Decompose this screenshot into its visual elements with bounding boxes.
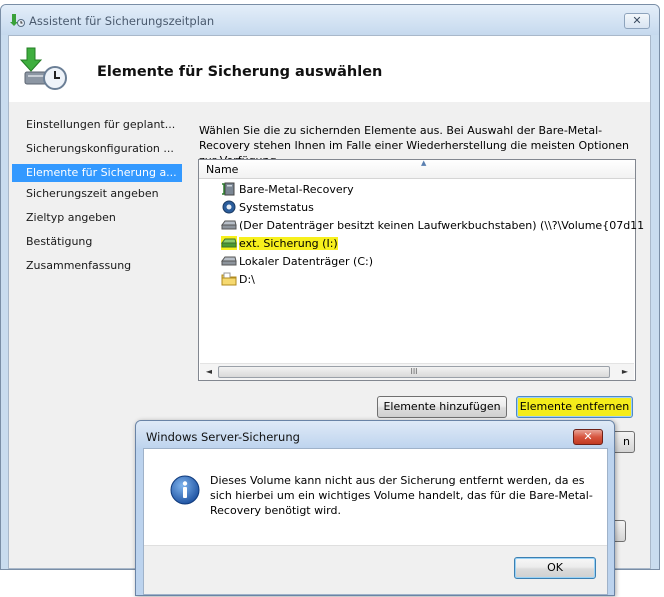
nav-item-elemente-fuer-sicherung[interactable]: Elemente für Sicherung a... (12, 164, 182, 182)
folder-icon (221, 272, 237, 286)
wizard-titlebar[interactable]: Assistent für Sicherungszeitplan ✕ (1, 5, 659, 35)
backup-app-icon (10, 14, 25, 27)
horizontal-scrollbar[interactable]: ◄ III ► (200, 363, 634, 380)
sort-arrow-icon: ▲ (421, 159, 427, 167)
cancel-button[interactable] (614, 520, 626, 542)
wizard-title: Assistent für Sicherungszeitplan (29, 14, 215, 28)
scroll-right-arrow-icon[interactable]: ► (618, 365, 632, 379)
dialog-close-button[interactable]: ✕ (573, 429, 603, 445)
nav-item-sicherungskonfiguration[interactable]: Sicherungskonfiguration ... (12, 140, 182, 158)
list-item[interactable]: D:\ (221, 271, 255, 289)
list-item-label: Systemstatus (239, 201, 314, 214)
list-item-label: ext. Sicherung (I:) (239, 237, 338, 250)
nav-item-einstellungen[interactable]: Einstellungen für geplant... (12, 116, 182, 134)
list-item[interactable]: (Der Datenträger besitzt keinen Laufwerk… (221, 217, 644, 235)
ok-button[interactable]: OK (514, 557, 596, 579)
list-item[interactable]: Bare-Metal-Recovery (221, 181, 354, 199)
external-drive-icon (221, 236, 237, 250)
dialog-titlebar[interactable]: Windows Server-Sicherung ✕ (136, 421, 614, 448)
nav-item-zusammenfassung[interactable]: Zusammenfassung (12, 257, 182, 275)
drive-icon (221, 220, 237, 230)
list-item-label: D:\ (239, 273, 255, 286)
list-item-label: Bare-Metal-Recovery (239, 183, 354, 196)
dialog-title: Windows Server-Sicherung (146, 430, 300, 444)
info-icon (170, 475, 200, 505)
list-item[interactable]: Systemstatus (221, 199, 314, 217)
backup-schedule-icon (19, 47, 67, 90)
server-icon (222, 182, 235, 196)
backup-items-list[interactable]: Name ▲ Bare-Metal-Recovery Systemstatus (198, 159, 644, 381)
drive-icon (221, 256, 237, 266)
list-item-highlighted[interactable]: ext. Sicherung (I:) (221, 235, 338, 253)
message-dialog: Windows Server-Sicherung ✕ Dieses Volume… (135, 420, 615, 596)
dialog-content: Dieses Volume kann nicht aus der Sicheru… (143, 448, 608, 595)
scroll-left-arrow-icon[interactable]: ◄ (202, 365, 216, 379)
system-state-icon (222, 200, 236, 214)
wizard-close-button[interactable]: ✕ (624, 13, 650, 29)
dialog-message: Dieses Volume kann nicht aus der Sicheru… (210, 474, 593, 517)
list-item-label: (Der Datenträger besitzt keinen Laufwerk… (239, 219, 644, 232)
add-items-button[interactable]: Elemente hinzufügen (377, 396, 507, 418)
page-title: Elemente für Sicherung auswählen (97, 64, 383, 80)
scroll-thumb[interactable]: III (218, 366, 610, 378)
nav-item-bestaetigung[interactable]: Bestätigung (12, 233, 182, 251)
remove-items-button[interactable]: Elemente entfernen (516, 396, 633, 418)
nav-item-sicherungszeit[interactable]: Sicherungszeit angeben (12, 185, 182, 203)
nav-item-zieltyp[interactable]: Zieltyp angeben (12, 209, 182, 227)
list-item[interactable]: Lokaler Datenträger (C:) (221, 253, 373, 271)
column-header-label: Name (206, 163, 239, 176)
column-header-name[interactable]: Name ▲ (199, 159, 635, 179)
list-item-label: Lokaler Datenträger (C:) (239, 255, 374, 268)
wizard-header: Elemente für Sicherung auswählen (9, 36, 650, 102)
